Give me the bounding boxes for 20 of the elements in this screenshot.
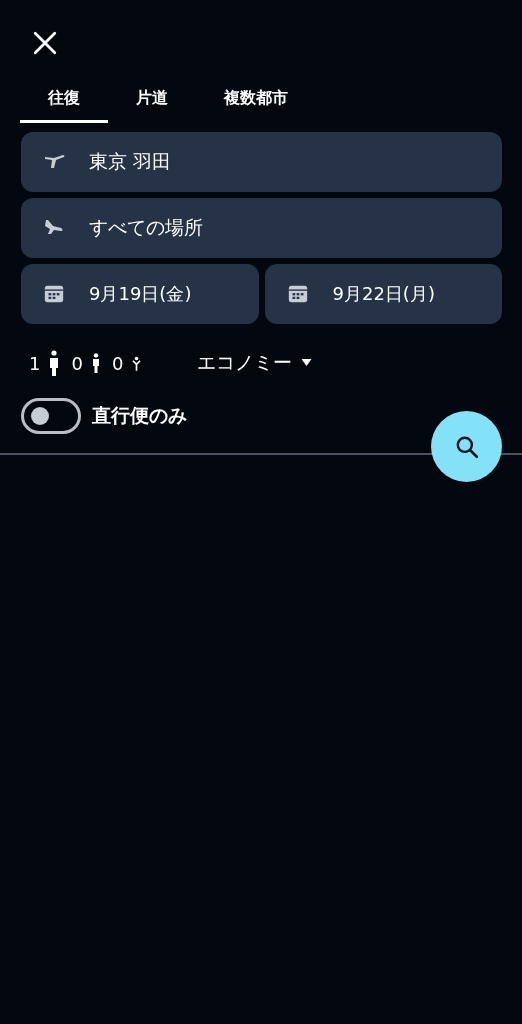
airport-field[interactable]: すべての場所 [21,198,502,258]
trip-type-tab[interactable]: 片道 [108,78,196,123]
date-field[interactable]: 9月19日(金) [21,264,259,324]
cabin-class-dropdown[interactable]: エコノミー [197,350,313,376]
trip-type-tab[interactable]: 複数都市 [196,78,316,123]
passenger-count: 1 [29,352,41,374]
trip-type-tab[interactable]: 往復 [20,78,108,123]
toggle-switch[interactable] [21,398,81,434]
calendar-icon [286,283,309,305]
calendar-icon [43,283,65,305]
airport-field[interactable]: 東京 羽田 [21,132,502,192]
adult-icon[interactable] [49,350,60,376]
infant-icon[interactable] [132,355,142,371]
caret-icon [301,359,313,367]
passenger-count: 0 [71,352,83,374]
close-icon[interactable] [32,30,58,56]
date-field[interactable]: 9月22日(月) [264,264,502,324]
direct-only-label: 直行便のみ [92,403,187,428]
passenger-count: 0 [111,352,124,374]
child-icon[interactable] [91,353,100,373]
